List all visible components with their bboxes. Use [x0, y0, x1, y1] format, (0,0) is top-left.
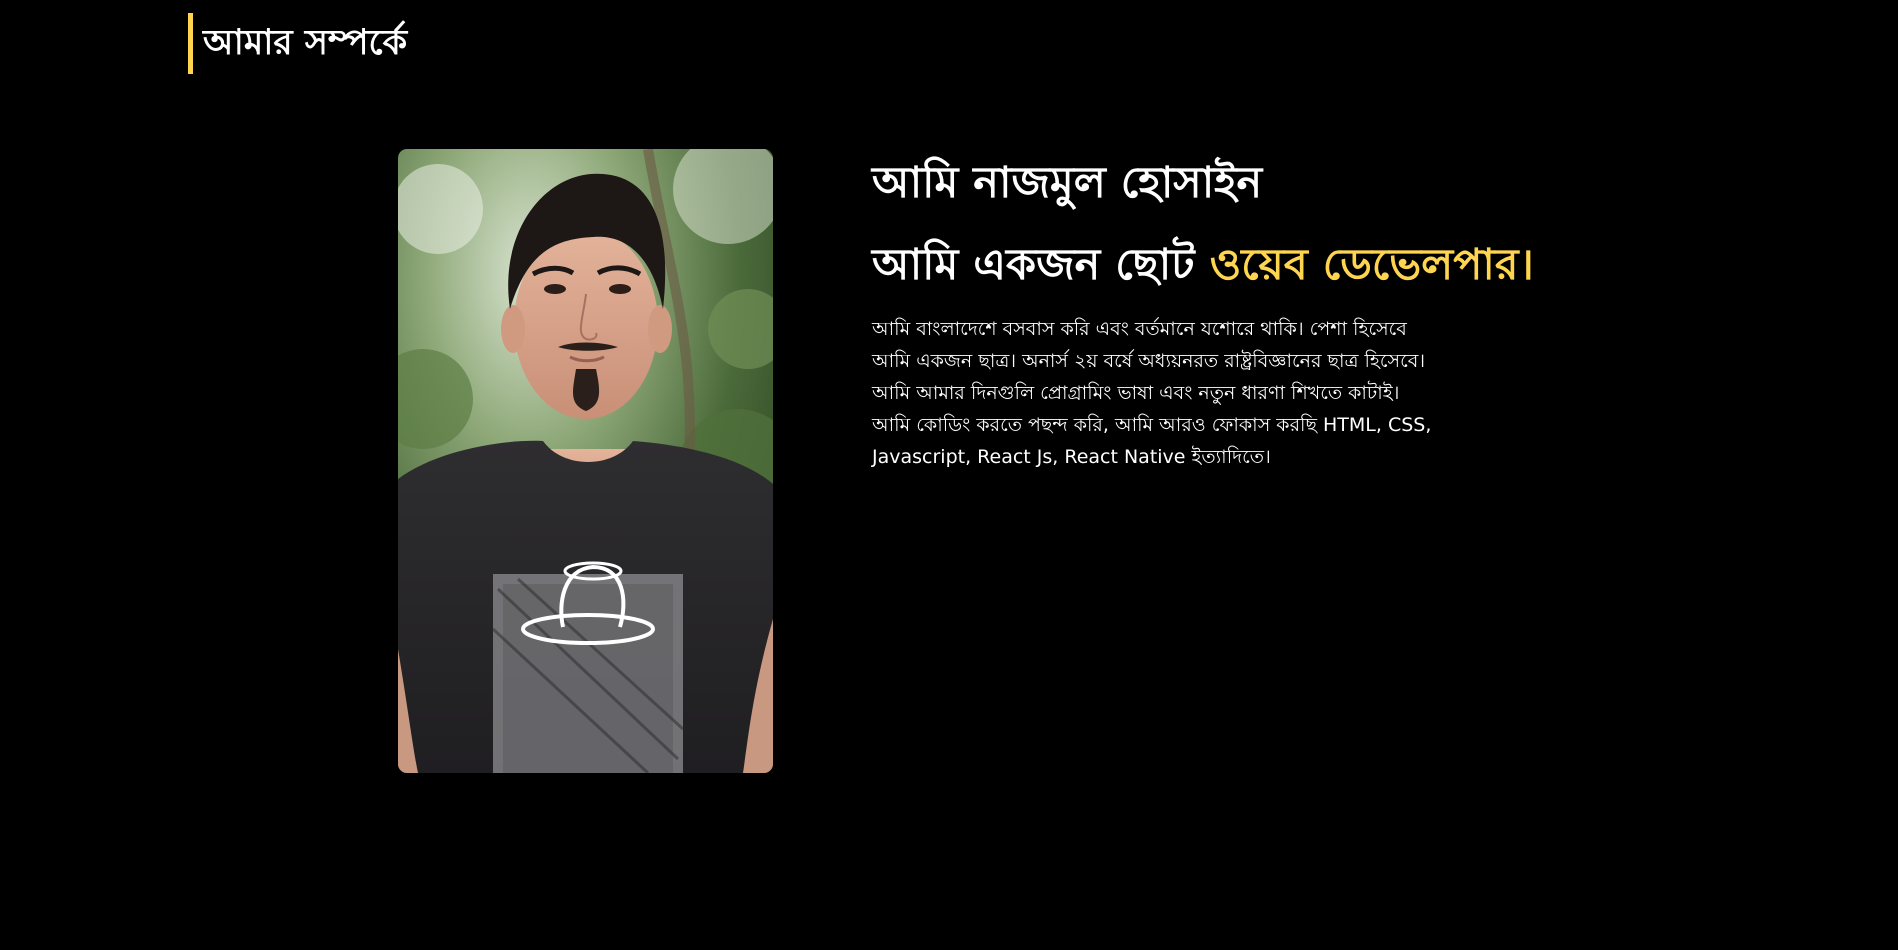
role-highlight: ওয়েব ডেভেলপার।: [1209, 240, 1534, 290]
bio-paragraph: আমি বাংলাদেশে বসবাস করি এবং বর্তমানে যশো…: [872, 318, 1432, 468]
name-heading: আমি নাজমুল হোসাইন: [872, 158, 1263, 208]
role-heading: আমি একজন ছোট ওয়েব ডেভেলপার।: [872, 233, 1534, 297]
portrait-illustration: [398, 149, 773, 773]
section-heading: আমার সম্পর্কে: [188, 13, 407, 74]
about-section: আমার সম্পর্কে আমি নাজমুল হোসাইন আমি একজন…: [0, 0, 1898, 950]
section-title: আমার সম্পর্কে: [203, 23, 408, 63]
intro-block: আমি নাজমুল হোসাইন আমি একজন ছোট ওয়েব ডেভ…: [872, 150, 1534, 473]
role-prefix: আমি একজন ছোট: [872, 240, 1210, 290]
profile-photo: [398, 149, 773, 773]
